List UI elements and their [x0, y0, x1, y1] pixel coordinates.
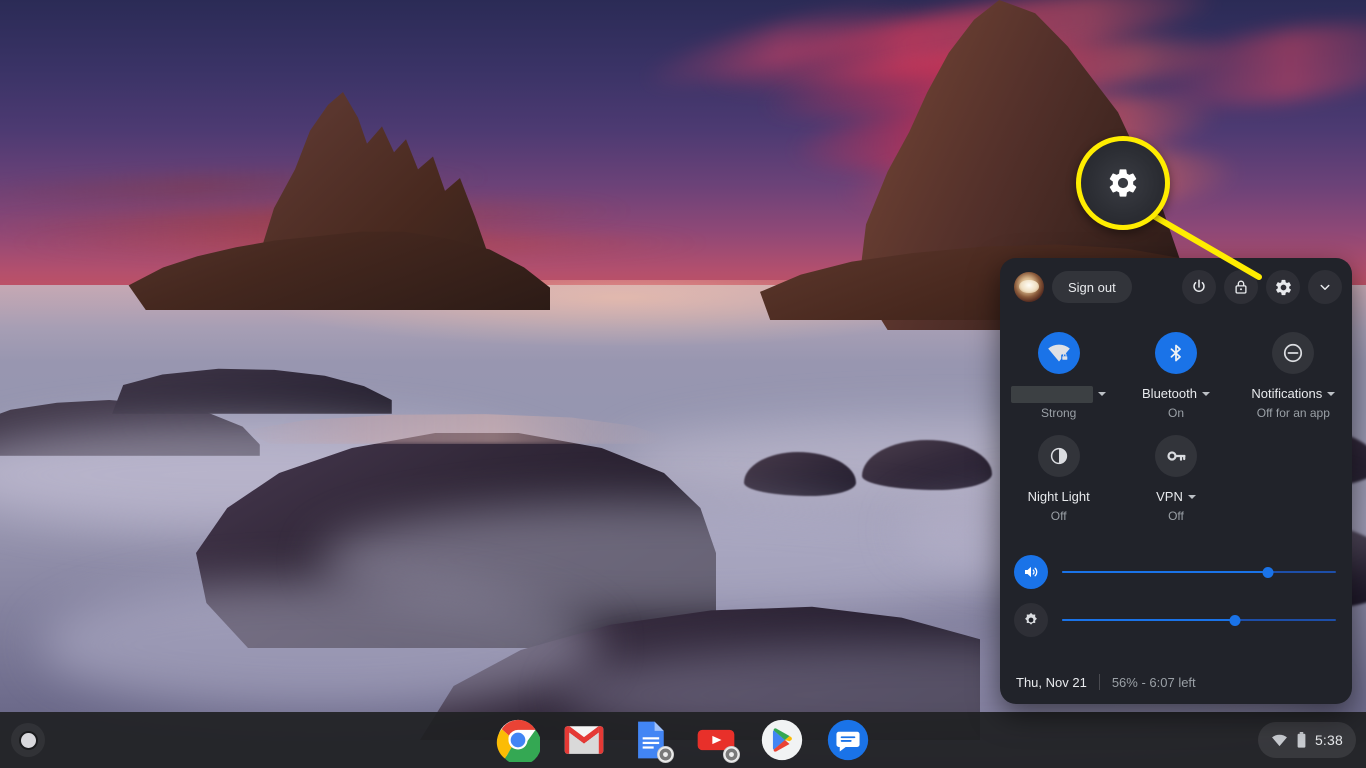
night-light-tile-label: Night Light	[1027, 489, 1090, 504]
bluetooth-icon	[1170, 344, 1181, 362]
play-store-icon	[761, 719, 803, 761]
volume-up-icon	[1025, 566, 1038, 578]
messages-icon	[827, 719, 869, 761]
gear-icon	[1109, 169, 1137, 197]
footer-divider	[1098, 674, 1100, 690]
sign-out-button[interactable]: Sign out	[1052, 271, 1132, 303]
network-tile-sub: Strong	[1040, 406, 1077, 420]
shelf-app-youtube[interactable]	[694, 718, 740, 763]
brightness-slider-fill	[1062, 619, 1235, 621]
vpn-tile-icon-bg	[1154, 435, 1197, 477]
network-ssid-redacted	[1011, 385, 1094, 403]
collapse-button[interactable]	[1308, 270, 1342, 304]
chromeos-desktop: Sign out Strong Bluetooth On Notificatio…	[0, 0, 1366, 768]
vpn-tile-sub: Off	[1168, 509, 1184, 523]
chevron-down-icon	[1187, 495, 1196, 499]
chevron-down-icon	[1320, 284, 1330, 290]
bluetooth-tile-label-row: Bluetooth	[1142, 386, 1210, 402]
lock-icon	[1235, 280, 1247, 294]
night-light-tile-icon-bg	[1037, 435, 1080, 477]
tray-settings-button[interactable]	[1266, 270, 1300, 304]
night-light-icon	[1050, 447, 1067, 465]
chrome-shortcut-badge	[657, 746, 674, 763]
tile-network[interactable]: Strong	[1000, 330, 1117, 425]
gear-icon	[1275, 279, 1291, 295]
shelf-app-play-store[interactable]	[760, 718, 804, 762]
gmail-icon	[564, 726, 604, 754]
volume-slider-row	[1000, 548, 1352, 596]
notifications-tile-sub: Off for an app	[1256, 406, 1330, 420]
lock-button[interactable]	[1224, 270, 1258, 304]
tile-empty-slot	[1235, 433, 1352, 528]
battery-icon	[1297, 732, 1306, 748]
vpn-tile-label: VPN	[1156, 489, 1183, 504]
shelf-app-docs[interactable]	[628, 718, 674, 763]
vpn-tile-label-row: VPN	[1156, 489, 1196, 505]
tray-header-row: Sign out	[1000, 258, 1352, 316]
feature-tiles-grid: Strong Bluetooth On Notifications Off fo…	[1000, 316, 1352, 534]
chrome-icon	[725, 748, 738, 761]
shelf-app-messages[interactable]	[826, 718, 870, 762]
volume-slider[interactable]	[1062, 564, 1336, 580]
tile-night-light[interactable]: Night Light Off	[1000, 433, 1117, 528]
shelf-clock: 5:38	[1314, 732, 1343, 748]
brightness-button[interactable]	[1014, 603, 1048, 637]
wifi-icon	[1272, 734, 1287, 746]
bluetooth-tile-label: Bluetooth	[1142, 386, 1197, 401]
night-light-tile-sub: Off	[1050, 509, 1067, 523]
bluetooth-tile-icon-bg	[1154, 332, 1197, 374]
chrome-icon	[496, 719, 542, 766]
volume-slider-knob[interactable]	[1262, 566, 1273, 578]
shelf: 5:38	[0, 712, 1366, 768]
network-tile-icon-bg	[1037, 332, 1080, 374]
tile-notifications[interactable]: Notifications Off for an app	[1235, 330, 1352, 425]
status-area[interactable]: 5:38	[1257, 722, 1356, 758]
power-button[interactable]	[1182, 270, 1216, 304]
chevron-down-icon	[1201, 392, 1210, 396]
wifi-icon	[1047, 344, 1070, 362]
brightness-slider-row	[1000, 596, 1352, 644]
night-light-tile-label-row: Night Light	[1028, 489, 1090, 505]
power-icon	[1193, 279, 1205, 292]
shelf-app-list	[0, 712, 1366, 768]
tile-bluetooth[interactable]: Bluetooth On	[1117, 330, 1234, 425]
chrome-shortcut-badge	[723, 746, 740, 763]
chevron-down-icon	[1098, 392, 1107, 396]
sign-out-label: Sign out	[1068, 279, 1116, 295]
bluetooth-tile-sub: On	[1167, 406, 1184, 420]
tray-footer: Thu, Nov 21 56% - 6:07 left	[1000, 660, 1352, 704]
shelf-app-gmail[interactable]	[562, 718, 606, 762]
battery-label[interactable]: 56% - 6:07 left	[1112, 675, 1196, 690]
do-not-disturb-icon	[1284, 343, 1303, 363]
volume-slider-fill	[1062, 571, 1268, 573]
shelf-app-chrome[interactable]	[496, 718, 542, 766]
notifications-tile-icon-bg	[1272, 332, 1315, 374]
chevron-down-icon	[1327, 392, 1336, 396]
brightness-slider[interactable]	[1062, 612, 1336, 628]
network-tile-label-row	[1011, 385, 1107, 403]
notifications-tile-label-row: Notifications	[1251, 386, 1336, 402]
vpn-key-icon	[1167, 451, 1186, 461]
callout-magnifier	[1076, 136, 1170, 230]
brightness-slider-knob[interactable]	[1229, 614, 1241, 626]
chrome-icon	[659, 748, 672, 761]
date-label[interactable]: Thu, Nov 21	[1016, 675, 1087, 690]
notifications-tile-label: Notifications	[1251, 386, 1323, 401]
brightness-icon	[1025, 612, 1037, 625]
system-tray-panel: Sign out Strong Bluetooth On Notificatio…	[1000, 258, 1352, 704]
avatar[interactable]	[1014, 272, 1044, 302]
volume-mute-button[interactable]	[1014, 555, 1048, 589]
tile-vpn[interactable]: VPN Off	[1117, 433, 1234, 528]
